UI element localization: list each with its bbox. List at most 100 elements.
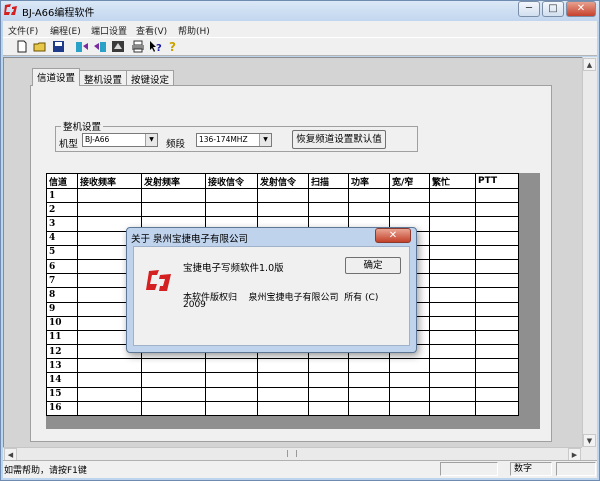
- table-cell[interactable]: [429, 344, 476, 360]
- save-icon[interactable]: [51, 40, 65, 54]
- table-cell[interactable]: [77, 372, 142, 388]
- table-cell[interactable]: [429, 329, 476, 346]
- vertical-scrollbar[interactable]: [582, 57, 597, 447]
- channel-number[interactable]: 9: [46, 301, 78, 317]
- minimize-button[interactable]: ─: [518, 1, 540, 17]
- table-cell[interactable]: [429, 372, 476, 388]
- table-row[interactable]: 1: [46, 187, 519, 204]
- table-cell[interactable]: [308, 372, 349, 388]
- context-help-icon[interactable]: ?: [149, 40, 163, 54]
- table-cell[interactable]: [205, 358, 258, 374]
- table-cell[interactable]: [141, 386, 206, 402]
- table-cell[interactable]: [475, 358, 519, 374]
- channel-number[interactable]: 15: [46, 386, 78, 402]
- tab-device-settings[interactable]: 整机设置: [79, 70, 128, 86]
- table-cell[interactable]: [429, 202, 476, 218]
- tab-key-settings[interactable]: 按键设定: [126, 70, 175, 86]
- about-icon[interactable]: ?: [167, 40, 181, 54]
- table-cell[interactable]: [141, 187, 206, 204]
- table-cell[interactable]: [257, 202, 309, 218]
- table-cell[interactable]: [348, 386, 390, 402]
- table-cell[interactable]: [429, 258, 476, 275]
- menu-help[interactable]: 帮助(H): [178, 24, 210, 37]
- table-cell[interactable]: [348, 400, 390, 417]
- table-cell[interactable]: [429, 400, 476, 417]
- table-cell[interactable]: [429, 358, 476, 374]
- settings-icon[interactable]: [111, 40, 125, 54]
- col-ptt[interactable]: PTT: [475, 173, 519, 189]
- channel-number[interactable]: 16: [46, 400, 78, 417]
- table-cell[interactable]: [429, 187, 476, 204]
- menu-view[interactable]: 查看(V): [136, 24, 167, 37]
- channel-number[interactable]: 11: [46, 329, 78, 346]
- table-cell[interactable]: [141, 400, 206, 417]
- table-cell[interactable]: [475, 400, 519, 417]
- channel-number[interactable]: 2: [46, 202, 78, 218]
- table-cell[interactable]: [429, 230, 476, 246]
- table-cell[interactable]: [257, 372, 309, 388]
- chevron-down-icon[interactable]: ▼: [259, 134, 271, 146]
- scroll-thumb-grip[interactable]: [287, 450, 297, 457]
- maximize-button[interactable]: □: [542, 1, 564, 17]
- col-rx-code[interactable]: 接收信令: [205, 173, 258, 189]
- table-cell[interactable]: [205, 187, 258, 204]
- table-cell[interactable]: [429, 216, 476, 232]
- table-cell[interactable]: [475, 273, 519, 289]
- table-cell[interactable]: [205, 202, 258, 218]
- table-cell[interactable]: [475, 202, 519, 218]
- table-cell[interactable]: [429, 386, 476, 402]
- table-cell[interactable]: [475, 344, 519, 360]
- col-rx-freq[interactable]: 接收频率: [77, 173, 142, 189]
- table-cell[interactable]: [308, 386, 349, 402]
- table-row[interactable]: 14: [46, 372, 519, 388]
- channel-number[interactable]: 13: [46, 358, 78, 374]
- table-row[interactable]: 2: [46, 202, 519, 218]
- col-busy[interactable]: 繁忙: [429, 173, 476, 189]
- new-file-icon[interactable]: [15, 40, 29, 54]
- table-cell[interactable]: [389, 202, 430, 218]
- menu-port-settings[interactable]: 端口设置: [91, 24, 127, 37]
- table-cell[interactable]: [141, 202, 206, 218]
- table-cell[interactable]: [389, 386, 430, 402]
- table-cell[interactable]: [429, 287, 476, 303]
- table-cell[interactable]: [389, 400, 430, 417]
- table-cell[interactable]: [77, 386, 142, 402]
- table-cell[interactable]: [308, 400, 349, 417]
- table-cell[interactable]: [257, 400, 309, 417]
- table-cell[interactable]: [77, 202, 142, 218]
- table-cell[interactable]: [475, 315, 519, 331]
- table-cell[interactable]: [475, 329, 519, 346]
- table-cell[interactable]: [348, 358, 390, 374]
- col-tx-freq[interactable]: 发射频率: [141, 173, 206, 189]
- table-cell[interactable]: [475, 372, 519, 388]
- table-cell[interactable]: [429, 301, 476, 317]
- table-cell[interactable]: [141, 372, 206, 388]
- tab-channel-settings[interactable]: 信道设置: [32, 68, 81, 86]
- channel-number[interactable]: 1: [46, 187, 78, 204]
- table-cell[interactable]: [257, 187, 309, 204]
- table-cell[interactable]: [475, 216, 519, 232]
- col-bandwidth[interactable]: 宽/窄: [389, 173, 430, 189]
- menu-edit[interactable]: 编程(E): [50, 24, 81, 37]
- table-cell[interactable]: [348, 372, 390, 388]
- chevron-down-icon[interactable]: ▼: [145, 134, 157, 146]
- table-cell[interactable]: [389, 187, 430, 204]
- reset-defaults-button[interactable]: 恢复频道设置默认值: [292, 130, 386, 149]
- table-cell[interactable]: [308, 187, 349, 204]
- table-cell[interactable]: [429, 273, 476, 289]
- table-cell[interactable]: [475, 258, 519, 275]
- model-select[interactable]: BJ-A66 ▼: [82, 133, 158, 147]
- table-cell[interactable]: [475, 301, 519, 317]
- table-cell[interactable]: [141, 358, 206, 374]
- table-cell[interactable]: [77, 400, 142, 417]
- table-cell[interactable]: [475, 287, 519, 303]
- table-cell[interactable]: [77, 187, 142, 204]
- table-cell[interactable]: [389, 358, 430, 374]
- table-cell[interactable]: [205, 372, 258, 388]
- table-row[interactable]: 16: [46, 400, 519, 417]
- channel-number[interactable]: 12: [46, 344, 78, 360]
- scroll-up-icon[interactable]: ▲: [583, 58, 596, 71]
- channel-number[interactable]: 5: [46, 244, 78, 260]
- table-cell[interactable]: [348, 202, 390, 218]
- table-cell[interactable]: [475, 244, 519, 260]
